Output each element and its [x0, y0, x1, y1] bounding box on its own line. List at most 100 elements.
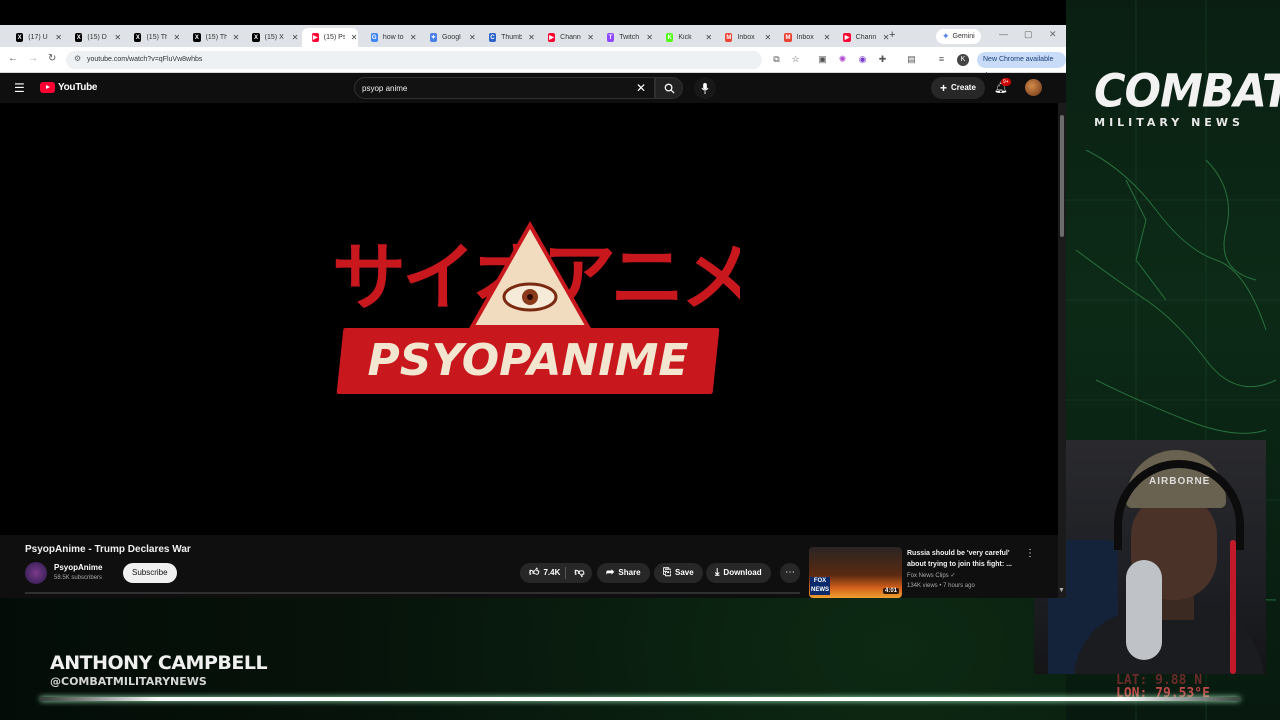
maximize-icon[interactable]: ▢ [1024, 29, 1033, 40]
microphone-icon [701, 83, 709, 94]
search-icon [664, 83, 675, 94]
browser-tab[interactable]: ▶ Chann ✕ [538, 28, 594, 47]
browser-tab[interactable]: M Inbox ✕ [715, 28, 771, 47]
download-button[interactable]: ⤓ Download [706, 563, 771, 583]
recommended-video-title[interactable]: Russia should be 'very careful' about tr… [907, 548, 1019, 570]
browser-tab[interactable]: Ghow to ✕ [361, 28, 417, 47]
media-controls-icon[interactable]: ≡ [936, 54, 947, 65]
account-avatar[interactable] [1025, 79, 1042, 96]
tab-label: (15) Ps [323, 34, 345, 41]
youtube-logo[interactable]: YouTube [40, 82, 98, 93]
recommended-channel[interactable]: Fox News Clips ✓ [907, 572, 955, 579]
channel-name[interactable]: PsyopAnime [54, 563, 102, 572]
tab-label: Inbox [737, 34, 755, 41]
search-query: psyop anime [362, 84, 408, 93]
brand-title: COMBAT [1094, 65, 1280, 119]
browser-tab[interactable]: X (17) U ✕ [6, 28, 62, 47]
profile-avatar[interactable]: K [957, 54, 969, 66]
extension-purple-icon[interactable]: ✺ [837, 54, 848, 65]
close-tab-icon[interactable]: ✕ [173, 33, 180, 42]
tab-label: (15) D [87, 34, 107, 41]
site-info-icon[interactable]: ⚙ [74, 54, 81, 63]
browser-tab[interactable]: M Inbox ✕ [774, 28, 830, 47]
close-tab-icon[interactable]: ✕ [824, 33, 831, 42]
close-tab-icon[interactable]: ✕ [528, 33, 535, 42]
close-tab-icon[interactable]: ✕ [469, 33, 476, 42]
new-tab-button[interactable]: + [889, 29, 895, 41]
like-dislike-group: 👍︎ 7.4K 👎︎ [520, 563, 592, 583]
browser-tab[interactable]: ▶ (15) Ps ✕ [301, 28, 358, 47]
url-bar[interactable]: ⚙ youtube.com/watch?v=qFluVw8whbs [66, 51, 762, 69]
tab-label: Chann [560, 34, 581, 41]
gemini-button[interactable]: ✦ Gemini [936, 29, 981, 44]
browser-tab[interactable]: X (15) Th ✕ [183, 28, 239, 47]
close-tab-icon[interactable]: ✕ [55, 33, 62, 42]
thumbs-up-icon[interactable]: 👍︎ [529, 563, 539, 583]
browser-tab[interactable]: K Kick ✕ [656, 28, 712, 47]
headset-cable [1230, 540, 1236, 674]
browser-tab[interactable]: X (15) X ✕ [242, 28, 298, 47]
search-button[interactable] [655, 77, 683, 99]
bookmark-star-icon[interactable]: ☆ [790, 54, 801, 65]
extensions-puzzle-icon[interactable]: ✚ [877, 54, 888, 65]
extension-gift-icon[interactable]: ▣ [817, 54, 828, 65]
tab-label: (15) Th [146, 34, 168, 41]
close-tab-icon[interactable]: ✕ [410, 33, 417, 42]
browser-tab[interactable]: X (15) D ✕ [65, 28, 121, 47]
tab-label: Chann [855, 34, 877, 41]
plus-icon: + [940, 81, 948, 95]
update-chrome-button[interactable]: New Chrome available ⋮ [977, 52, 1066, 79]
voice-search-button[interactable] [694, 77, 716, 99]
close-tab-icon[interactable]: ✕ [292, 33, 299, 42]
share-icon: ➦ [606, 567, 615, 578]
close-tab-icon[interactable]: ✕ [351, 33, 358, 42]
install-icon[interactable]: ⧉ [771, 54, 782, 65]
close-tab-icon[interactable]: ✕ [233, 33, 240, 42]
subscribe-button[interactable]: Subscribe [123, 563, 177, 583]
browser-tab[interactable]: ▶ Chann ✕ [833, 28, 889, 47]
host-handle: @COMBATMILITARYNEWS [50, 675, 207, 688]
browser-tab[interactable]: T Twitch ✕ [597, 28, 653, 47]
close-tab-icon[interactable]: ✕ [114, 33, 121, 42]
browser-tab[interactable]: ✦ Googl ✕ [420, 28, 476, 47]
clear-search-icon[interactable]: ✕ [636, 81, 646, 95]
scrollbar-thumb[interactable] [1060, 115, 1064, 237]
create-label: Create [951, 83, 976, 92]
webcam-feed: AIRBORNE [1034, 440, 1266, 674]
search-input[interactable]: psyop anime ✕ [354, 77, 655, 99]
video-player[interactable]: サイオアニメ PSYOPANIME [0, 103, 1058, 535]
close-tab-icon[interactable]: ✕ [646, 33, 653, 42]
like-count[interactable]: 7.4K [543, 563, 560, 583]
recommendation-menu-icon[interactable]: ⋮ [1025, 548, 1035, 559]
browser-tab[interactable]: X (15) Th ✕ [124, 28, 180, 47]
tab-favicon-icon: C [488, 33, 497, 42]
psyopanime-logo-art: サイオアニメ [332, 220, 740, 329]
tab-strip: X (17) U ✕ X (15) D ✕ X (15) Th ✕ X (15) Th ✕ X (15) … [0, 25, 1066, 47]
close-tab-icon[interactable]: ✕ [764, 33, 771, 42]
close-tab-icon[interactable]: ✕ [705, 33, 712, 42]
channel-avatar[interactable] [25, 562, 47, 584]
forward-icon[interactable]: → [28, 53, 38, 64]
tab-label: how to [382, 34, 404, 41]
save-button[interactable]: ⎘ Save [654, 563, 703, 583]
side-panel-icon[interactable]: ▤ [906, 54, 917, 65]
tab-favicon-icon: ▶ [843, 33, 851, 42]
close-tab-icon[interactable]: ✕ [587, 33, 594, 42]
scroll-down-arrow-icon[interactable]: ▼ [1058, 587, 1065, 594]
minimize-icon[interactable]: — [999, 29, 1008, 39]
menu-icon[interactable]: ☰ [14, 81, 25, 95]
reload-icon[interactable]: ↻ [48, 53, 56, 64]
tab-favicon-icon: T [607, 33, 615, 42]
share-button[interactable]: ➦ Share [597, 563, 650, 583]
back-icon[interactable]: ← [8, 53, 18, 64]
url-text: youtube.com/watch?v=qFluVw8whbs [87, 56, 203, 63]
lower-third: ANTHONY CAMPBELL @COMBATMILITARYNEWS [50, 652, 268, 688]
create-button[interactable]: + Create [931, 77, 985, 99]
more-actions-icon[interactable]: ⋯ [780, 563, 800, 583]
browser-tab[interactable]: C Thumb ✕ [479, 28, 535, 47]
wordmark-text: PSYOPANIME [367, 335, 689, 386]
close-window-icon[interactable]: ✕ [1049, 29, 1057, 40]
tab-favicon-icon: ▶ [547, 33, 556, 42]
extension-circle-icon[interactable]: ◉ [857, 54, 868, 65]
thumbs-down-icon[interactable]: 👎︎ [574, 563, 584, 583]
